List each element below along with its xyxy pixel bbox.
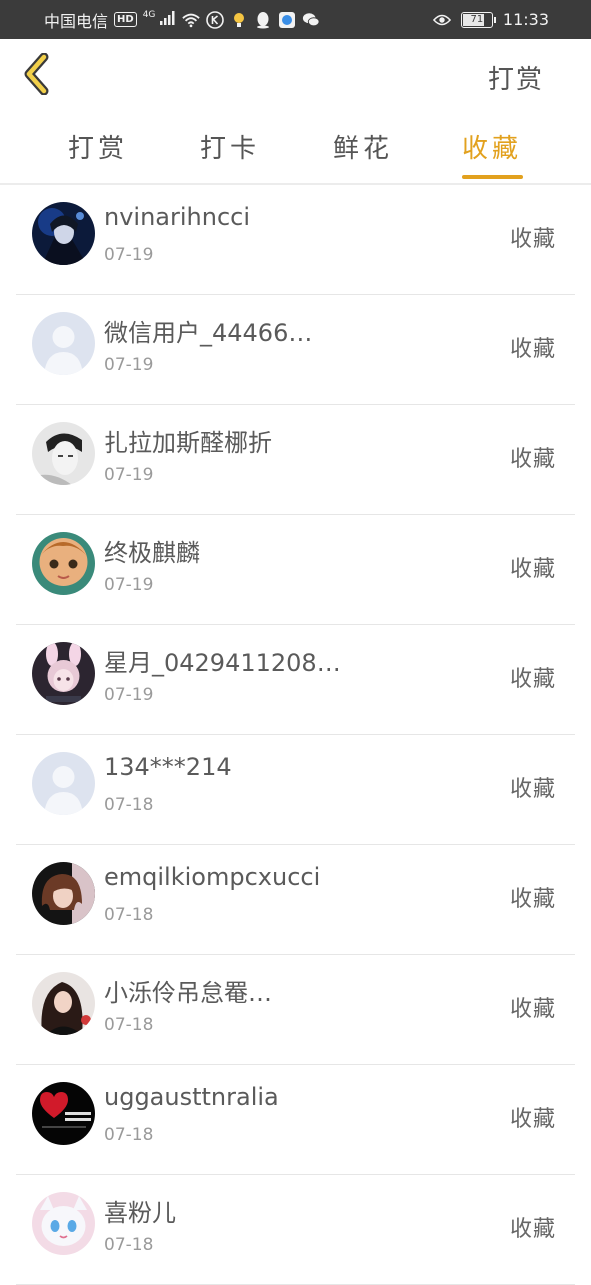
chevron-left-icon [24, 52, 49, 96]
tab-flowers[interactable]: 鲜花 [333, 128, 393, 165]
tab-bar: 打赏 打卡 鲜花 收藏 [0, 120, 591, 182]
user-name: 星月_0429411208… [104, 649, 341, 677]
favorites-list: nvinarihncci 07-19 收藏 微信用户_44466… 07-19 … [16, 185, 575, 1285]
user-name: 终极麒麟 [104, 539, 200, 567]
battery-icon: 71 [460, 11, 496, 28]
avatar[interactable] [32, 752, 95, 815]
user-name: 喜粉儿 [104, 1199, 176, 1227]
wechat-icon [302, 11, 321, 29]
action-label: 收藏 [509, 1107, 556, 1132]
list-item[interactable]: uggausttnralia 07-18 收藏 [16, 1065, 575, 1175]
avatar[interactable] [32, 642, 95, 705]
action-label: 收藏 [509, 887, 556, 912]
user-name: nvinarihncci [104, 203, 251, 231]
action-label: 收藏 [509, 557, 556, 582]
bulb-icon [230, 11, 248, 29]
qq-icon [254, 11, 272, 29]
action-label: 收藏 [509, 777, 556, 802]
list-item[interactable]: emqilkiompcxucci 07-18 收藏 [16, 845, 575, 955]
signal-icon: 4G [143, 10, 177, 29]
user-name: 扎拉加斯醛梛折 [104, 429, 272, 457]
carrier-label: 中国电信 [44, 11, 109, 31]
date: 07-18 [104, 795, 154, 815]
user-name: uggausttnralia [104, 1083, 279, 1111]
list-item[interactable]: 星月_0429411208… 07-19 收藏 [16, 625, 575, 735]
wifi-icon [182, 11, 201, 29]
action-label: 收藏 [509, 997, 556, 1022]
list-item[interactable]: 小泺伶吊怠罨… 07-18 收藏 [16, 955, 575, 1065]
avatar[interactable] [32, 1192, 95, 1255]
date: 07-19 [104, 355, 154, 375]
date: 07-19 [104, 685, 154, 705]
status-bar-left: 中国电信 HD 4G [44, 0, 321, 39]
status-bar: 中国电信 HD 4G 71 11:33 [0, 0, 591, 39]
date: 07-19 [104, 465, 154, 485]
list-item[interactable]: 喜粉儿 07-18 收藏 [16, 1175, 575, 1285]
app-header: 打赏 [0, 39, 591, 114]
avatar[interactable] [32, 202, 95, 265]
list-item[interactable]: 134***214 07-18 收藏 [16, 735, 575, 845]
list-item[interactable]: nvinarihncci 07-19 收藏 [16, 185, 575, 295]
avatar[interactable] [32, 972, 95, 1035]
hd-badge: HD [114, 12, 137, 27]
eye-icon [432, 11, 451, 29]
action-label: 收藏 [509, 337, 556, 362]
date: 07-18 [104, 905, 154, 925]
status-bar-right: 71 11:33 [432, 0, 549, 39]
action-label: 收藏 [509, 447, 556, 472]
action-label: 收藏 [509, 227, 556, 252]
avatar[interactable] [32, 862, 95, 925]
user-name: 微信用户_44466… [104, 319, 313, 347]
tab-reward[interactable]: 打赏 [68, 128, 128, 165]
back-button[interactable] [18, 52, 58, 96]
page-title: 打赏 [487, 65, 544, 95]
active-tab-indicator [462, 175, 523, 179]
date: 07-18 [104, 1015, 154, 1035]
date: 07-18 [104, 1125, 154, 1145]
user-name: 134***214 [104, 753, 232, 781]
date: 07-19 [104, 575, 154, 595]
avatar[interactable] [32, 312, 95, 375]
avatar[interactable] [32, 422, 95, 485]
list-item[interactable]: 扎拉加斯醛梛折 07-19 收藏 [16, 405, 575, 515]
browser-icon [278, 11, 296, 29]
battery-level: 71 [470, 13, 484, 25]
list-item[interactable]: 微信用户_44466… 07-19 收藏 [16, 295, 575, 405]
clock: 11:33 [502, 10, 549, 29]
date: 07-19 [104, 245, 154, 265]
user-name: 小泺伶吊怠罨… [104, 979, 272, 1007]
list-item[interactable]: 终极麒麟 07-19 收藏 [16, 515, 575, 625]
network-type: 4G [142, 10, 156, 20]
avatar[interactable] [32, 1082, 95, 1145]
date: 07-18 [104, 1235, 154, 1255]
action-label: 收藏 [509, 667, 556, 692]
tab-checkin[interactable]: 打卡 [200, 128, 260, 165]
tab-favorites[interactable]: 收藏 [462, 128, 522, 165]
k-app-icon [206, 10, 225, 29]
user-name: emqilkiompcxucci [104, 863, 321, 891]
action-label: 收藏 [509, 1217, 556, 1242]
avatar[interactable] [32, 532, 95, 595]
